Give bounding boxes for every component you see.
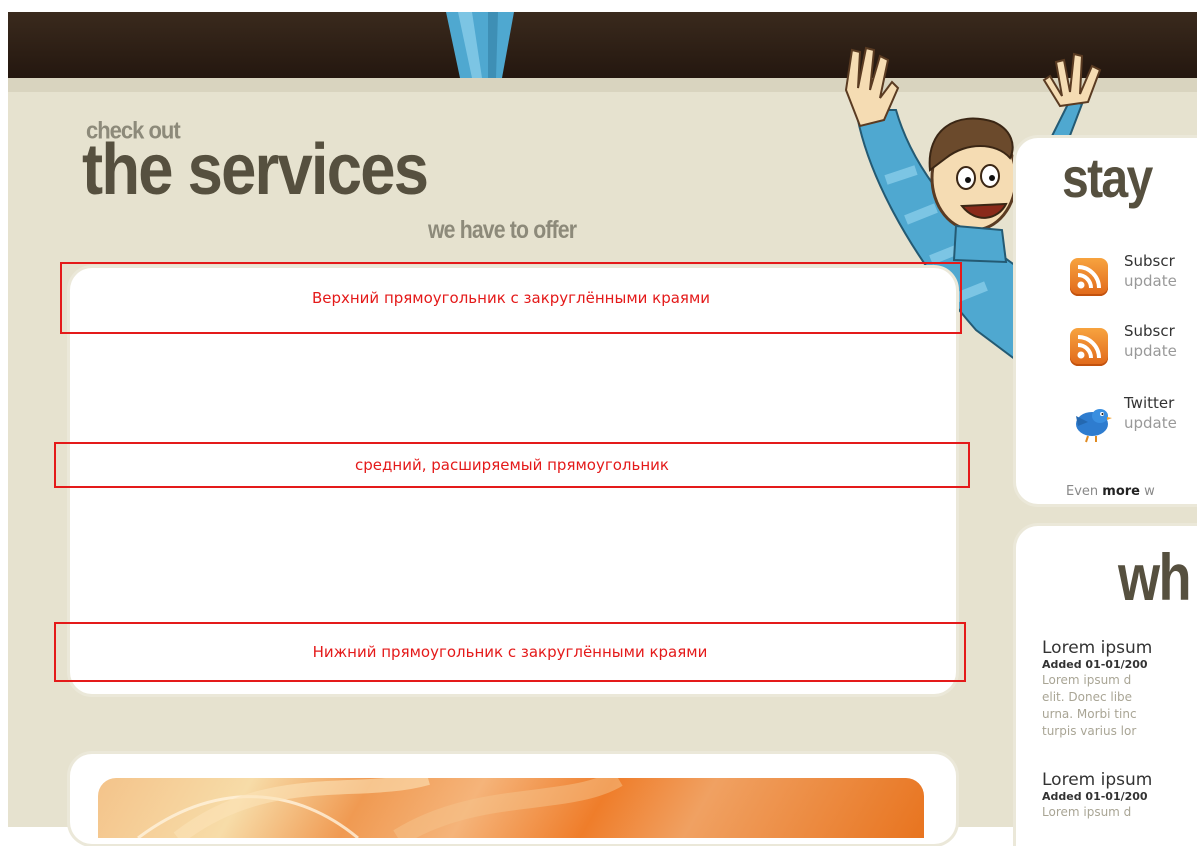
news-item: Lorem ipsum Added 01-01/200 Lorem ipsum … <box>1042 770 1197 821</box>
subscribe-label: Subscr <box>1124 322 1175 340</box>
annotation-top-rectangle: Верхний прямоугольник с закруглёнными кр… <box>60 262 962 334</box>
annotation-bottom-label: Нижний прямоугольник с закруглёнными кра… <box>312 643 708 661</box>
subscribe-sublabel: update <box>1124 342 1177 360</box>
subscribe-rss-link-1[interactable]: Subscr update <box>1070 252 1197 298</box>
featured-banner-image <box>98 778 924 838</box>
news-body-line: urna. Morbi tinc <box>1042 707 1137 721</box>
subscribe-sublabel: update <box>1124 272 1177 290</box>
rss-icon <box>1070 328 1108 366</box>
twitter-bird-icon <box>1070 400 1112 443</box>
news-title[interactable]: Lorem ipsum <box>1042 638 1197 658</box>
news-body-line: elit. Donec libe <box>1042 690 1133 704</box>
subscribe-label: Subscr <box>1124 252 1175 270</box>
character-leg-illustration <box>446 12 514 78</box>
news-date: Added 01-01/200 <box>1042 658 1148 671</box>
twitter-link[interactable]: Twitter update <box>1070 394 1197 443</box>
rss-icon <box>1070 258 1108 296</box>
even-more-link[interactable]: Even more w <box>1066 484 1155 499</box>
news-body-line: Lorem ipsum d <box>1042 673 1132 687</box>
annotation-middle-rectangle: средний, расширяемый прямоугольник <box>54 442 970 488</box>
stay-heading: stay <box>1062 146 1153 209</box>
annotation-top-label: Верхний прямоугольник с закруглёнными кр… <box>311 289 711 307</box>
banner-swirl-graphic <box>137 778 623 838</box>
header-subtitle: we have to offer <box>428 216 577 244</box>
annotation-middle-label: средний, расширяемый прямоугольник <box>355 456 669 474</box>
news-date: Added 01-01/200 <box>1042 790 1148 803</box>
even-more-bold: more <box>1102 484 1140 499</box>
annotation-bottom-rectangle: Нижний прямоугольник с закруглёнными кра… <box>54 622 966 682</box>
page-title: the services <box>82 130 429 210</box>
news-heading: wh <box>1118 540 1192 614</box>
news-body-line: turpis varius lor <box>1042 724 1137 738</box>
raised-hand-illustration <box>1042 52 1102 148</box>
news-body-line: Lorem ipsum d <box>1042 805 1132 819</box>
twitter-label: Twitter <box>1124 394 1175 412</box>
even-more-suffix: w <box>1140 484 1155 499</box>
news-item: Lorem ipsum Added 01-01/200 Lorem ipsum … <box>1042 638 1197 740</box>
subscribe-rss-link-2[interactable]: Subscr update <box>1070 322 1197 368</box>
even-more-prefix: Even <box>1066 484 1103 499</box>
twitter-sublabel: update <box>1124 414 1177 432</box>
news-title[interactable]: Lorem ipsum <box>1042 770 1197 790</box>
